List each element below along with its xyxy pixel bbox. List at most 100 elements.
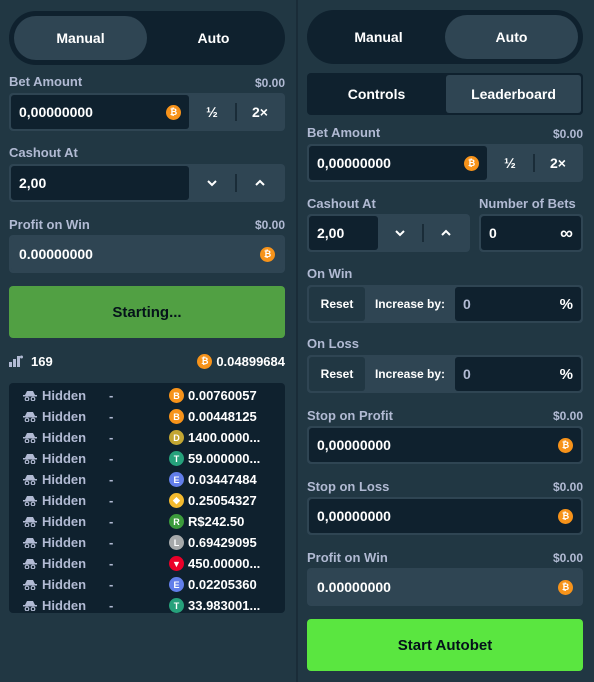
bet-amount-value: 0,00000000 bbox=[317, 155, 391, 171]
total-wagered: 0.04899684 bbox=[216, 353, 285, 369]
stop-on-profit-value: 0,00000000 bbox=[317, 437, 391, 453]
number-of-bets-input[interactable]: 0 ∞ bbox=[481, 216, 581, 250]
btc-icon: B bbox=[169, 409, 184, 424]
half-button[interactable]: ½ bbox=[189, 95, 235, 129]
tab-controls[interactable]: Controls bbox=[309, 75, 444, 113]
bet-amount: T 59.000000... bbox=[169, 451, 285, 466]
bet-user-name: Hidden bbox=[42, 535, 87, 550]
on-win-label: On Win bbox=[307, 266, 353, 281]
bet-amount: ◆ 0.25054327 bbox=[169, 493, 285, 508]
incognito-icon bbox=[23, 453, 37, 464]
stop-on-loss-input[interactable]: 0,00000000 ₿ bbox=[309, 499, 581, 533]
double-button[interactable]: 2× bbox=[237, 95, 283, 129]
cashout-field: 2,00 bbox=[9, 164, 285, 202]
bet-row[interactable]: Hidden - B 0.00448125 bbox=[9, 406, 285, 427]
bet-amount-input[interactable]: 0,00000000 ₿ bbox=[309, 146, 487, 180]
on-loss-value: 0 bbox=[463, 366, 471, 382]
bet-multiplier: - bbox=[109, 409, 114, 424]
ltc-icon: L bbox=[169, 535, 184, 550]
incognito-icon bbox=[23, 411, 37, 422]
chevron-up-icon[interactable] bbox=[424, 216, 468, 250]
on-loss-input[interactable]: 0 % bbox=[455, 357, 581, 391]
bet-user: Hidden bbox=[9, 388, 109, 403]
bet-multiplier: - bbox=[109, 451, 114, 466]
mode-toggle: Manual Auto bbox=[9, 11, 285, 65]
bet-row[interactable]: Hidden - B 0.00760057 bbox=[9, 385, 285, 406]
stop-on-profit-input[interactable]: 0,00000000 ₿ bbox=[309, 428, 581, 462]
bet-amount-value: 33.983001... bbox=[188, 598, 261, 613]
percent-icon: % bbox=[559, 295, 573, 313]
bet-user: Hidden bbox=[9, 451, 109, 466]
btc-icon: ₿ bbox=[558, 508, 573, 524]
bet-user-name: Hidden bbox=[42, 514, 87, 529]
bet-multiplier: - bbox=[109, 493, 114, 508]
tab-auto[interactable]: Auto bbox=[445, 15, 578, 59]
stop-on-loss-value: 0,00000000 bbox=[317, 508, 391, 524]
bet-amount-usd: $0.00 bbox=[254, 76, 285, 90]
stop-on-profit-field: 0,00000000 ₿ bbox=[307, 426, 583, 464]
on-loss-reset-button[interactable]: Reset bbox=[309, 357, 365, 391]
bet-row[interactable]: Hidden - E 0.03447484 bbox=[9, 469, 285, 490]
starting-button[interactable]: Starting... bbox=[9, 286, 285, 338]
bet-amount-value: 0.02205360 bbox=[188, 577, 257, 592]
sub-tabs: Controls Leaderboard bbox=[307, 73, 583, 115]
tab-manual[interactable]: Manual bbox=[14, 16, 147, 60]
bet-user-name: Hidden bbox=[42, 556, 87, 571]
on-win-input[interactable]: 0 % bbox=[455, 287, 581, 321]
bet-user-name: Hidden bbox=[42, 451, 87, 466]
bet-amount-value: 0.25054327 bbox=[188, 493, 257, 508]
cashout-input[interactable]: 2,00 bbox=[11, 166, 189, 200]
double-button[interactable]: 2× bbox=[535, 146, 581, 180]
cashout-value: 2,00 bbox=[19, 175, 47, 191]
cashout-value: 2,00 bbox=[317, 225, 345, 241]
incognito-icon bbox=[23, 516, 37, 527]
bet-row[interactable]: Hidden - L 0.69429095 bbox=[9, 532, 285, 553]
number-of-bets-value: 0 bbox=[489, 225, 497, 241]
btc-icon: ₿ bbox=[166, 104, 181, 120]
bet-user-name: Hidden bbox=[42, 409, 87, 424]
incognito-icon bbox=[23, 600, 37, 611]
bet-amount: E 0.02205360 bbox=[169, 577, 285, 592]
chevron-up-icon[interactable] bbox=[237, 166, 283, 200]
infinity-icon[interactable]: ∞ bbox=[560, 223, 573, 244]
cashout-label: Cashout At bbox=[307, 196, 376, 211]
live-bets-list: Hidden - B 0.00760057 Hidden - B 0.00448125 Hidd… bbox=[9, 383, 285, 613]
bet-user: Hidden bbox=[9, 409, 109, 424]
on-win-increase-button[interactable]: Increase by: bbox=[367, 287, 453, 321]
bet-amount-value: 0.03447484 bbox=[188, 472, 257, 487]
tab-auto[interactable]: Auto bbox=[147, 16, 280, 60]
bet-multiplier: - bbox=[109, 556, 114, 571]
bet-multiplier: - bbox=[109, 577, 114, 592]
on-win-reset-button[interactable]: Reset bbox=[309, 287, 365, 321]
bet-row[interactable]: Hidden - ▼ 450.00000... bbox=[9, 553, 285, 574]
profit-usd: $0.00 bbox=[552, 551, 583, 565]
percent-icon: % bbox=[559, 365, 573, 383]
bet-row[interactable]: Hidden - T 59.000000... bbox=[9, 448, 285, 469]
usdt-icon: T bbox=[169, 451, 184, 466]
bet-amount-value: 0.69429095 bbox=[188, 535, 257, 550]
eth-icon: E bbox=[169, 577, 184, 592]
start-autobet-button[interactable]: Start Autobet bbox=[307, 619, 583, 671]
profit-value: 0.00000000 bbox=[317, 579, 391, 595]
tab-manual[interactable]: Manual bbox=[312, 15, 445, 59]
bet-row[interactable]: Hidden - D 1400.0000... bbox=[9, 427, 285, 448]
cashout-input[interactable]: 2,00 bbox=[309, 216, 378, 250]
btc-icon: ₿ bbox=[558, 579, 573, 595]
half-button[interactable]: ½ bbox=[487, 146, 533, 180]
bet-multiplier: - bbox=[109, 430, 114, 445]
bet-row[interactable]: Hidden - R R$242.50 bbox=[9, 511, 285, 532]
on-loss-increase-button[interactable]: Increase by: bbox=[367, 357, 453, 391]
chevron-down-icon[interactable] bbox=[189, 166, 235, 200]
bet-row[interactable]: Hidden - T 33.983001... bbox=[9, 595, 285, 616]
incognito-icon bbox=[23, 537, 37, 548]
bet-amount: R R$242.50 bbox=[169, 514, 285, 529]
bet-user: Hidden bbox=[9, 472, 109, 487]
bet-row[interactable]: Hidden - ◆ 0.25054327 bbox=[9, 490, 285, 511]
bet-row[interactable]: Hidden - E 0.02205360 bbox=[9, 574, 285, 595]
chevron-down-icon[interactable] bbox=[378, 216, 422, 250]
bet-amount: B 0.00760057 bbox=[169, 388, 285, 403]
incognito-icon bbox=[23, 495, 37, 506]
bet-amount-input[interactable]: 0,00000000 ₿ bbox=[11, 95, 189, 129]
bet-amount-value: R$242.50 bbox=[188, 514, 245, 529]
tab-leaderboard[interactable]: Leaderboard bbox=[446, 75, 581, 113]
